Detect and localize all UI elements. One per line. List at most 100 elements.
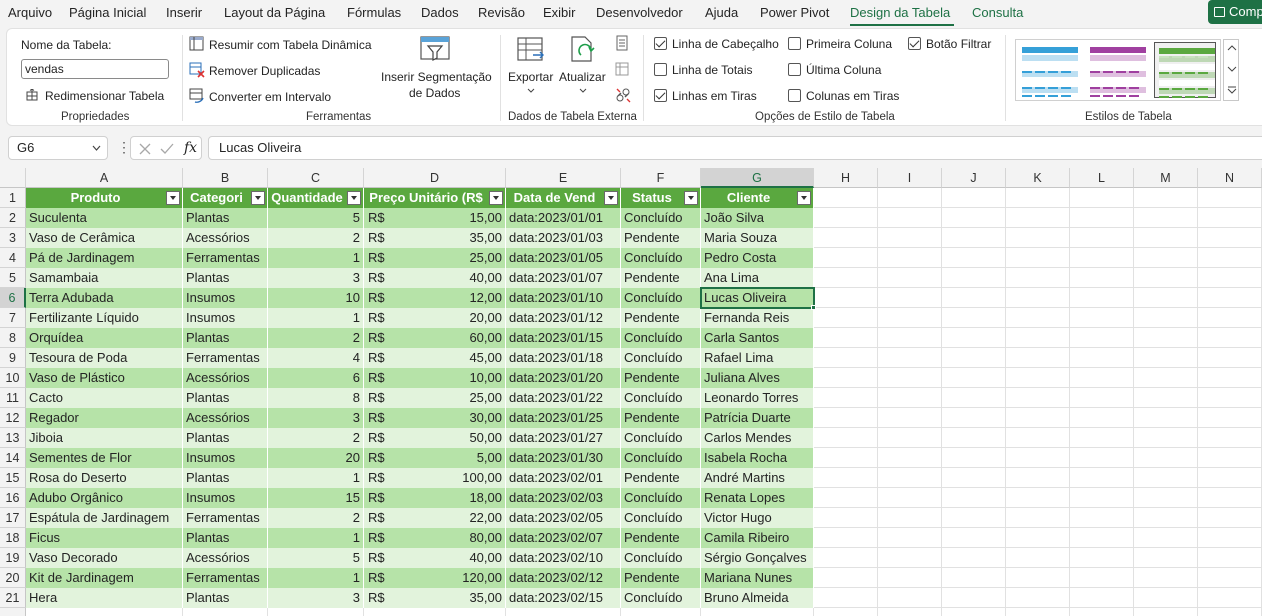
empty-cell[interactable] [1134,588,1198,608]
empty-cell[interactable] [1070,368,1134,388]
table-cell[interactable]: Isabela Rocha [701,448,814,468]
row-header-3[interactable]: 3 [0,228,26,248]
table-cell[interactable]: Sementes de Flor [26,448,183,468]
table-cell[interactable]: Concluído [621,428,701,448]
table-cell[interactable]: Insumos [183,308,268,328]
table-cell[interactable]: Carlos Mendes [701,428,814,448]
empty-cell[interactable] [1198,368,1262,388]
table-cell[interactable]: Concluído [621,508,701,528]
empty-cell[interactable] [364,608,506,616]
convert-range-button[interactable]: Converter em Intervalo [189,88,339,106]
empty-cell[interactable] [1070,608,1134,616]
column-header-h[interactable]: H [814,168,878,188]
empty-cell[interactable] [1134,428,1198,448]
empty-cell[interactable] [1198,388,1262,408]
table-cell[interactable]: data:2023/01/07 [506,268,621,288]
empty-cell[interactable] [878,588,942,608]
empty-cell[interactable] [814,508,878,528]
properties-icon[interactable] [615,35,629,51]
table-cell[interactable]: Hera [26,588,183,608]
empty-cell[interactable] [1198,548,1262,568]
empty-cell[interactable] [1198,268,1262,288]
table-cell[interactable]: Acessórios [183,228,268,248]
menu-formulas[interactable]: Fórmulas [347,4,401,21]
menu-power-pivot[interactable]: Power Pivot [760,4,829,21]
table-cell[interactable]: 2 [268,328,364,348]
table-cell[interactable]: 3 [268,588,364,608]
table-cell[interactable]: Ana Lima [701,268,814,288]
table-cell[interactable]: Suculenta [26,208,183,228]
menu-layout[interactable]: Layout da Página [224,4,325,21]
table-cell[interactable]: Insumos [183,288,268,308]
filter-dropdown-button[interactable] [684,191,698,205]
empty-cell[interactable] [878,348,942,368]
empty-cell[interactable] [1070,228,1134,248]
table-cell[interactable]: R$ 35,00 [364,588,506,608]
empty-cell[interactable] [183,608,268,616]
row-header-7[interactable]: 7 [0,308,26,328]
last-column-option[interactable]: Última Coluna [788,63,906,79]
empty-cell[interactable] [1198,248,1262,268]
table-cell[interactable]: R$ 25,00 [364,248,506,268]
menu-pagina-inicial[interactable]: Página Inicial [69,4,146,21]
empty-cell[interactable] [814,208,878,228]
banded-rows-checkbox[interactable] [654,89,667,102]
empty-cell[interactable] [814,368,878,388]
table-cell[interactable]: data:2023/02/01 [506,468,621,488]
chevron-down-icon[interactable] [1227,65,1237,73]
table-cell[interactable]: Terra Adubada [26,288,183,308]
table-cell[interactable]: Concluído [621,208,701,228]
empty-cell[interactable] [942,228,1006,248]
empty-cell[interactable] [1134,408,1198,428]
empty-cell[interactable] [1006,608,1070,616]
table-cell[interactable]: Concluído [621,288,701,308]
table-cell[interactable]: 3 [268,268,364,288]
table-cell[interactable]: 1 [268,248,364,268]
table-cell[interactable]: data:2023/01/10 [506,288,621,308]
empty-cell[interactable] [942,528,1006,548]
column-header-b[interactable]: B [183,168,268,188]
empty-cell[interactable] [1198,308,1262,328]
empty-cell[interactable] [1006,508,1070,528]
table-cell[interactable]: 6 [268,368,364,388]
empty-cell[interactable] [878,368,942,388]
column-header-n[interactable]: N [1198,168,1262,188]
empty-cell[interactable] [1006,428,1070,448]
empty-cell[interactable] [1134,368,1198,388]
table-cell[interactable]: R$ 50,00 [364,428,506,448]
total-row-option[interactable]: Linha de Totais [654,63,784,79]
empty-cell[interactable] [878,528,942,548]
empty-cell[interactable] [1134,548,1198,568]
row-header-18[interactable]: 18 [0,528,26,548]
menu-consulta[interactable]: Consulta [972,4,1023,21]
table-cell[interactable]: R$ 12,00 [364,288,506,308]
empty-cell[interactable] [814,608,878,616]
table-cell[interactable]: R$ 10,00 [364,368,506,388]
table-cell[interactable]: data:2023/02/12 [506,568,621,588]
empty-cell[interactable] [942,248,1006,268]
empty-cell[interactable] [1006,228,1070,248]
empty-cell[interactable] [1070,388,1134,408]
more-styles-icon[interactable] [1227,85,1237,95]
empty-cell[interactable] [1134,268,1198,288]
table-cell[interactable]: data:2023/01/12 [506,308,621,328]
table-cell[interactable]: R$ 5,00 [364,448,506,468]
total-row-checkbox[interactable] [654,63,667,76]
empty-cell[interactable] [942,308,1006,328]
empty-cell[interactable] [942,428,1006,448]
empty-cell[interactable] [1070,548,1134,568]
table-cell[interactable]: Carla Santos [701,328,814,348]
column-header-i[interactable]: I [878,168,942,188]
empty-cell[interactable] [1134,308,1198,328]
empty-cell[interactable] [1070,208,1134,228]
table-header-2[interactable]: Categori [183,188,268,208]
empty-cell[interactable] [942,448,1006,468]
table-cell[interactable]: Concluído [621,248,701,268]
table-cell[interactable]: Fertilizante Líquido [26,308,183,328]
empty-cell[interactable] [814,548,878,568]
empty-cell[interactable] [942,608,1006,616]
table-cell[interactable]: Pendente [621,268,701,288]
row-header-5[interactable]: 5 [0,268,26,288]
empty-cell[interactable] [1198,188,1262,208]
empty-cell[interactable] [1006,368,1070,388]
